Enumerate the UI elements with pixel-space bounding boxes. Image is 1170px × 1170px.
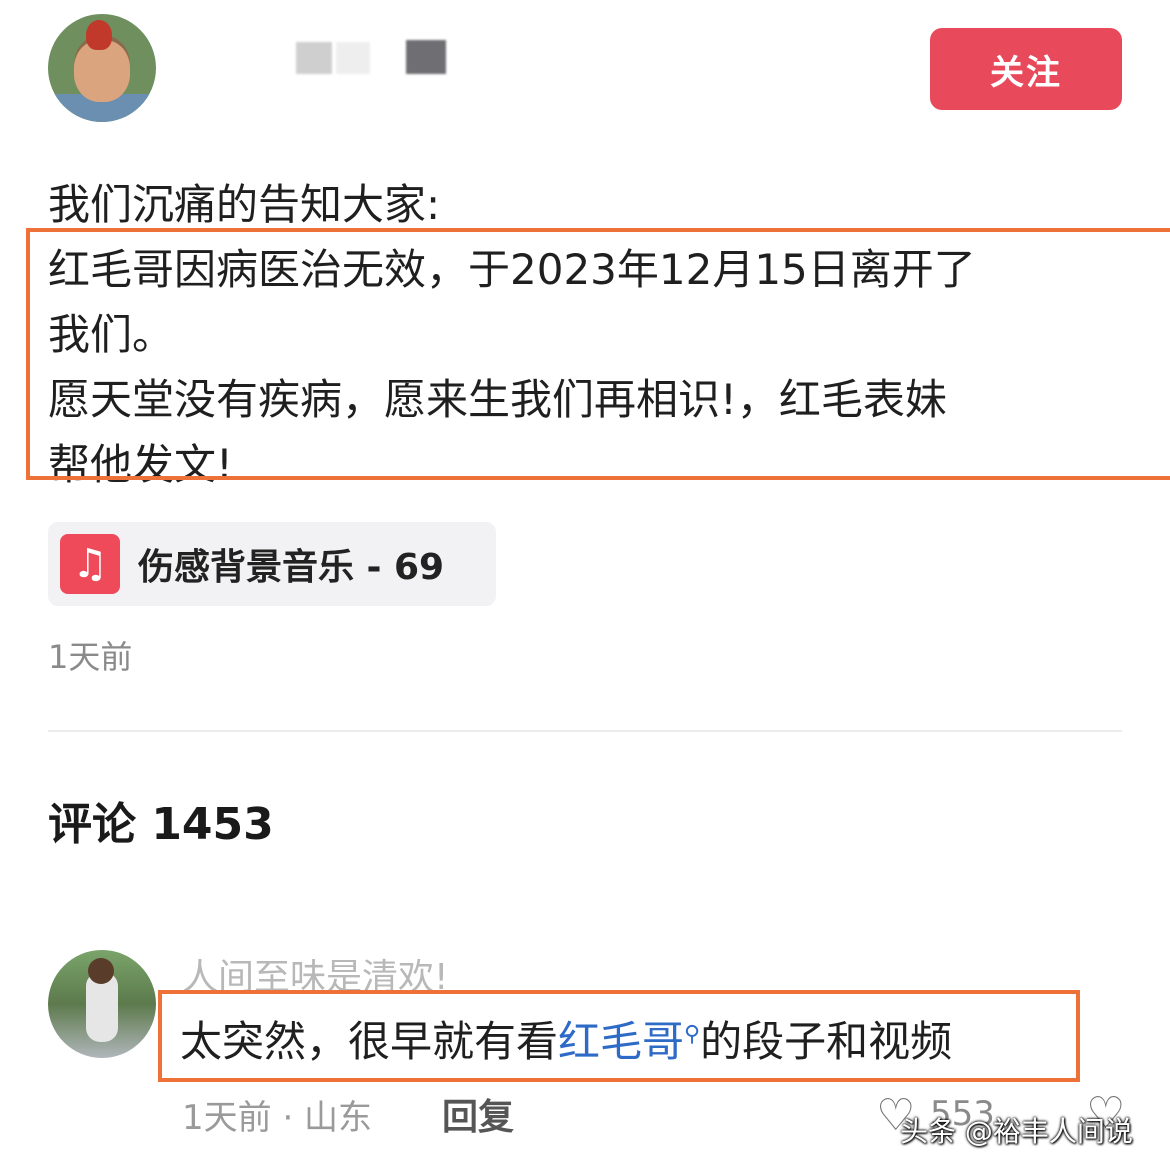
highlight-box xyxy=(26,228,1170,480)
divider xyxy=(48,730,1122,732)
music-note-icon: ♫ xyxy=(60,534,120,594)
comments-header: 评论 1453 xyxy=(48,799,274,850)
highlight-box xyxy=(158,990,1080,1082)
music-chip[interactable]: ♫ 伤感背景音乐 - 69 xyxy=(48,522,496,606)
watermark: 头条 @裕丰人间说 xyxy=(900,1115,1133,1148)
post-time: 1天前 xyxy=(48,638,133,676)
comment-meta: 1天前 · 山东 xyxy=(182,1098,373,1138)
commenter-avatar[interactable] xyxy=(48,950,156,1058)
author-avatar[interactable] xyxy=(48,14,156,122)
follow-button[interactable]: 关注 xyxy=(930,28,1122,110)
blurred-username xyxy=(336,42,370,74)
blurred-username xyxy=(296,42,332,74)
music-title: 伤感背景音乐 - 69 xyxy=(138,547,445,588)
blurred-username xyxy=(406,40,446,74)
reply-button[interactable]: 回复 xyxy=(442,1088,514,1140)
